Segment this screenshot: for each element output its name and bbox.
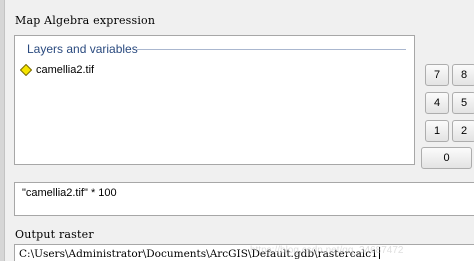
key-7-button[interactable]: 7 [425, 64, 449, 86]
text-caret [378, 247, 380, 259]
expression-textbox[interactable]: "camellia2.tif" * 100 [14, 182, 474, 216]
layers-header-rule [137, 49, 406, 50]
layer-item-camellia2[interactable]: camellia2.tif [20, 62, 94, 78]
key-4-button[interactable]: 4 [425, 92, 449, 114]
output-raster-field[interactable]: C:\Users\Administrator\Documents\ArcGIS\… [14, 244, 474, 261]
expression-text: "camellia2.tif" * 100 [22, 187, 117, 199]
key-0-button[interactable]: 0 [421, 147, 472, 169]
key-1-button[interactable]: 1 [425, 120, 449, 142]
window-edge [0, 0, 5, 261]
layers-and-variables-panel[interactable]: Layers and variables camellia2.tif [14, 35, 415, 165]
key-8-button[interactable]: 8 [452, 64, 474, 86]
key-2-button[interactable]: 2 [452, 120, 474, 142]
layers-header: Layers and variables [27, 42, 138, 56]
map-algebra-label: Map Algebra expression [15, 14, 156, 27]
layer-item-label: camellia2.tif [36, 64, 95, 76]
output-raster-label: Output raster [15, 228, 94, 241]
key-5-button[interactable]: 5 [452, 92, 474, 114]
keypad: 7 8 4 5 1 2 0 [421, 64, 474, 176]
raster-layer-diamond-icon [20, 64, 32, 76]
output-raster-path: C:\Users\Administrator\Documents\ArcGIS\… [19, 247, 380, 260]
